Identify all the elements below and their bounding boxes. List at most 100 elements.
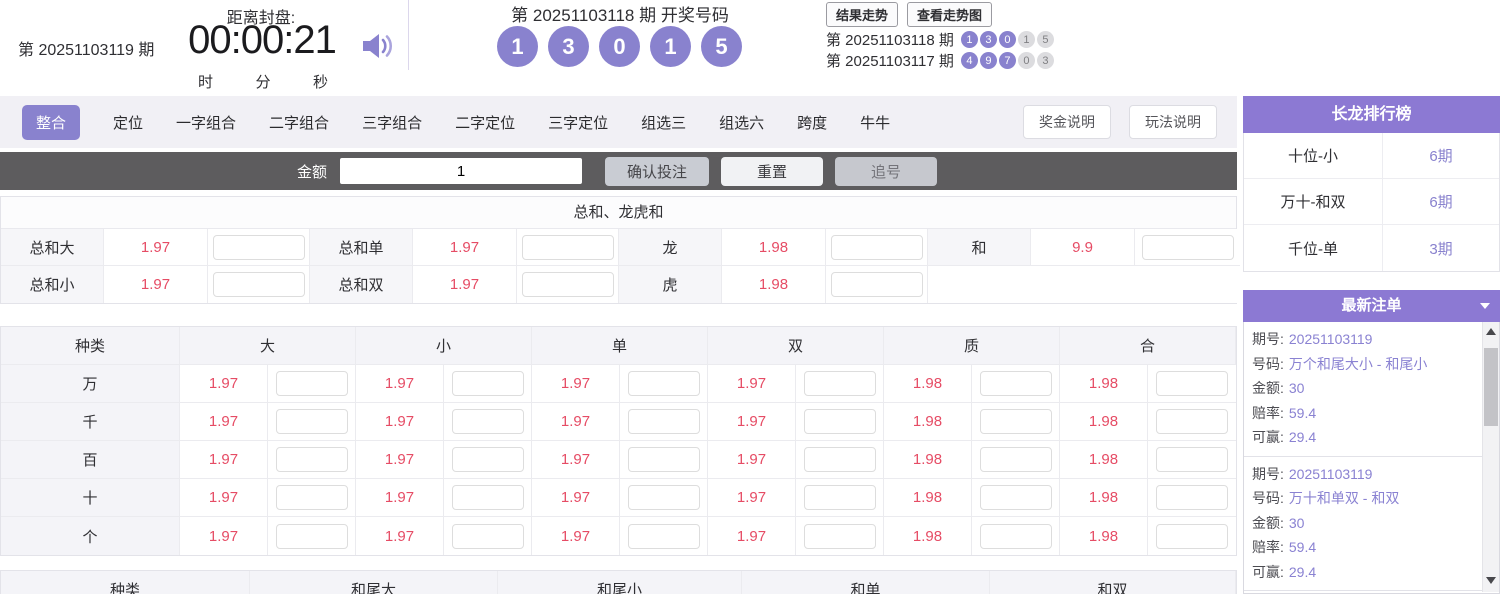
bet-input[interactable]: [628, 524, 700, 549]
tab-dingwei[interactable]: 定位: [113, 112, 143, 133]
bet-input[interactable]: [831, 235, 923, 260]
confirm-bet-button[interactable]: 确认投注: [605, 157, 709, 186]
scroll-up-icon[interactable]: [1486, 328, 1496, 335]
bet-input[interactable]: [980, 485, 1052, 510]
amount-input[interactable]: [340, 158, 582, 184]
odds-value: 1.97: [532, 479, 620, 517]
bet-input[interactable]: [452, 371, 524, 396]
bet-input[interactable]: [628, 409, 700, 434]
bet-input[interactable]: [276, 371, 348, 396]
bet-input-cell: [1148, 365, 1236, 403]
bet-input[interactable]: [452, 524, 524, 549]
bet-input[interactable]: [1156, 409, 1228, 434]
bet-input[interactable]: [276, 485, 348, 510]
chevron-down-icon[interactable]: [1480, 303, 1490, 309]
bet-label: 龙: [619, 229, 722, 266]
bet-input[interactable]: [804, 371, 876, 396]
bet-input-cell: [444, 403, 532, 441]
bet-input-cell: [444, 365, 532, 403]
bet-input[interactable]: [804, 409, 876, 434]
odds-value: 1.98: [884, 441, 972, 479]
history-ball: 0: [999, 31, 1016, 48]
streak-label: 万十-和双: [1244, 179, 1383, 224]
streak-value: 3期: [1383, 225, 1499, 271]
tab-erzi-zuhe[interactable]: 二字组合: [269, 112, 329, 133]
bet-input[interactable]: [276, 524, 348, 549]
bet-input[interactable]: [522, 272, 614, 297]
bet-label: 和: [928, 229, 1031, 266]
bet-input[interactable]: [628, 447, 700, 472]
tab-erzi-dingwei[interactable]: 二字定位: [455, 112, 515, 133]
draw-ball: 1: [650, 26, 691, 67]
bet-input[interactable]: [831, 272, 923, 297]
odds-value: 1.97: [532, 441, 620, 479]
trend-chart-button[interactable]: 查看走势图: [907, 2, 992, 27]
bet-input[interactable]: [804, 447, 876, 472]
unit-hour-label: 时: [198, 71, 213, 92]
trend-buttons: 结果走势 查看走势图: [826, 2, 992, 27]
bet-input[interactable]: [980, 409, 1052, 434]
bet-input[interactable]: [980, 371, 1052, 396]
tab-niuniu[interactable]: 牛牛: [860, 112, 890, 133]
tab-zuxuan-6[interactable]: 组选六: [719, 112, 764, 133]
bet-input-cell: [1148, 479, 1236, 517]
bet-input[interactable]: [1156, 485, 1228, 510]
order-win-label: 可赢:: [1252, 429, 1284, 445]
bet-input[interactable]: [804, 524, 876, 549]
bet-input[interactable]: [1156, 371, 1228, 396]
bet-label: 总和单: [310, 229, 413, 266]
order-win-label: 可赢:: [1252, 564, 1284, 580]
history-ball: 5: [1037, 31, 1054, 48]
chase-number-button[interactable]: 追号: [835, 157, 937, 186]
bet-input[interactable]: [1156, 447, 1228, 472]
history-issue-label: 第 20251103117 期: [826, 50, 954, 71]
bet-input[interactable]: [452, 447, 524, 472]
bet-input[interactable]: [452, 485, 524, 510]
column-header: 大: [180, 327, 356, 365]
column-header: 和双: [990, 571, 1236, 594]
bet-toolbar: 金额 确认投注 重置 追号: [0, 152, 1237, 190]
bet-input[interactable]: [1156, 524, 1228, 549]
column-header-kind: 种类: [1, 327, 180, 365]
tab-sanzi-zuhe[interactable]: 三字组合: [362, 112, 422, 133]
reset-button[interactable]: 重置: [721, 157, 823, 186]
draw-title: 第 20251103118 期 开奖号码: [420, 1, 820, 26]
scroll-down-icon[interactable]: [1486, 577, 1496, 584]
bet-input[interactable]: [1142, 235, 1234, 260]
bet-input[interactable]: [522, 235, 614, 260]
bet-input[interactable]: [452, 409, 524, 434]
streak-label: 千位-单: [1244, 225, 1383, 271]
orders-panel-header: 最新注单: [1243, 290, 1500, 322]
tab-zuxuan-3[interactable]: 组选三: [641, 112, 686, 133]
bet-input[interactable]: [628, 371, 700, 396]
bet-input-cell: [972, 517, 1060, 555]
orders-scrollbar[interactable]: [1482, 322, 1499, 592]
draw-ball: 0: [599, 26, 640, 67]
tab-kuadu[interactable]: 跨度: [797, 112, 827, 133]
bet-input[interactable]: [980, 447, 1052, 472]
bet-input[interactable]: [804, 485, 876, 510]
tab-yizi-zuhe[interactable]: 一字组合: [176, 112, 236, 133]
column-header: 和尾小: [498, 571, 742, 594]
bet-input[interactable]: [213, 235, 305, 260]
play-rules-button[interactable]: 玩法说明: [1129, 105, 1217, 139]
order-issue-label: 期号:: [1252, 466, 1284, 482]
scroll-thumb[interactable]: [1484, 348, 1498, 426]
bet-input-cell: [972, 403, 1060, 441]
bet-input-cell: [517, 266, 619, 303]
bet-input[interactable]: [213, 272, 305, 297]
bet-input[interactable]: [276, 447, 348, 472]
bet-input-cell: [826, 229, 928, 266]
tab-zonghe[interactable]: 整合: [22, 105, 80, 140]
bonus-info-button[interactable]: 奖金说明: [1023, 105, 1111, 139]
history-ball: 1: [961, 31, 978, 48]
history-ball: 7: [999, 52, 1016, 69]
tab-sanzi-dingwei[interactable]: 三字定位: [548, 112, 608, 133]
bet-input[interactable]: [628, 485, 700, 510]
trend-results-button[interactable]: 结果走势: [826, 2, 898, 27]
bet-input-cell: [1148, 403, 1236, 441]
bet-input[interactable]: [276, 409, 348, 434]
bet-input-cell: [796, 517, 884, 555]
speaker-icon[interactable]: [360, 30, 394, 62]
bet-input[interactable]: [980, 524, 1052, 549]
